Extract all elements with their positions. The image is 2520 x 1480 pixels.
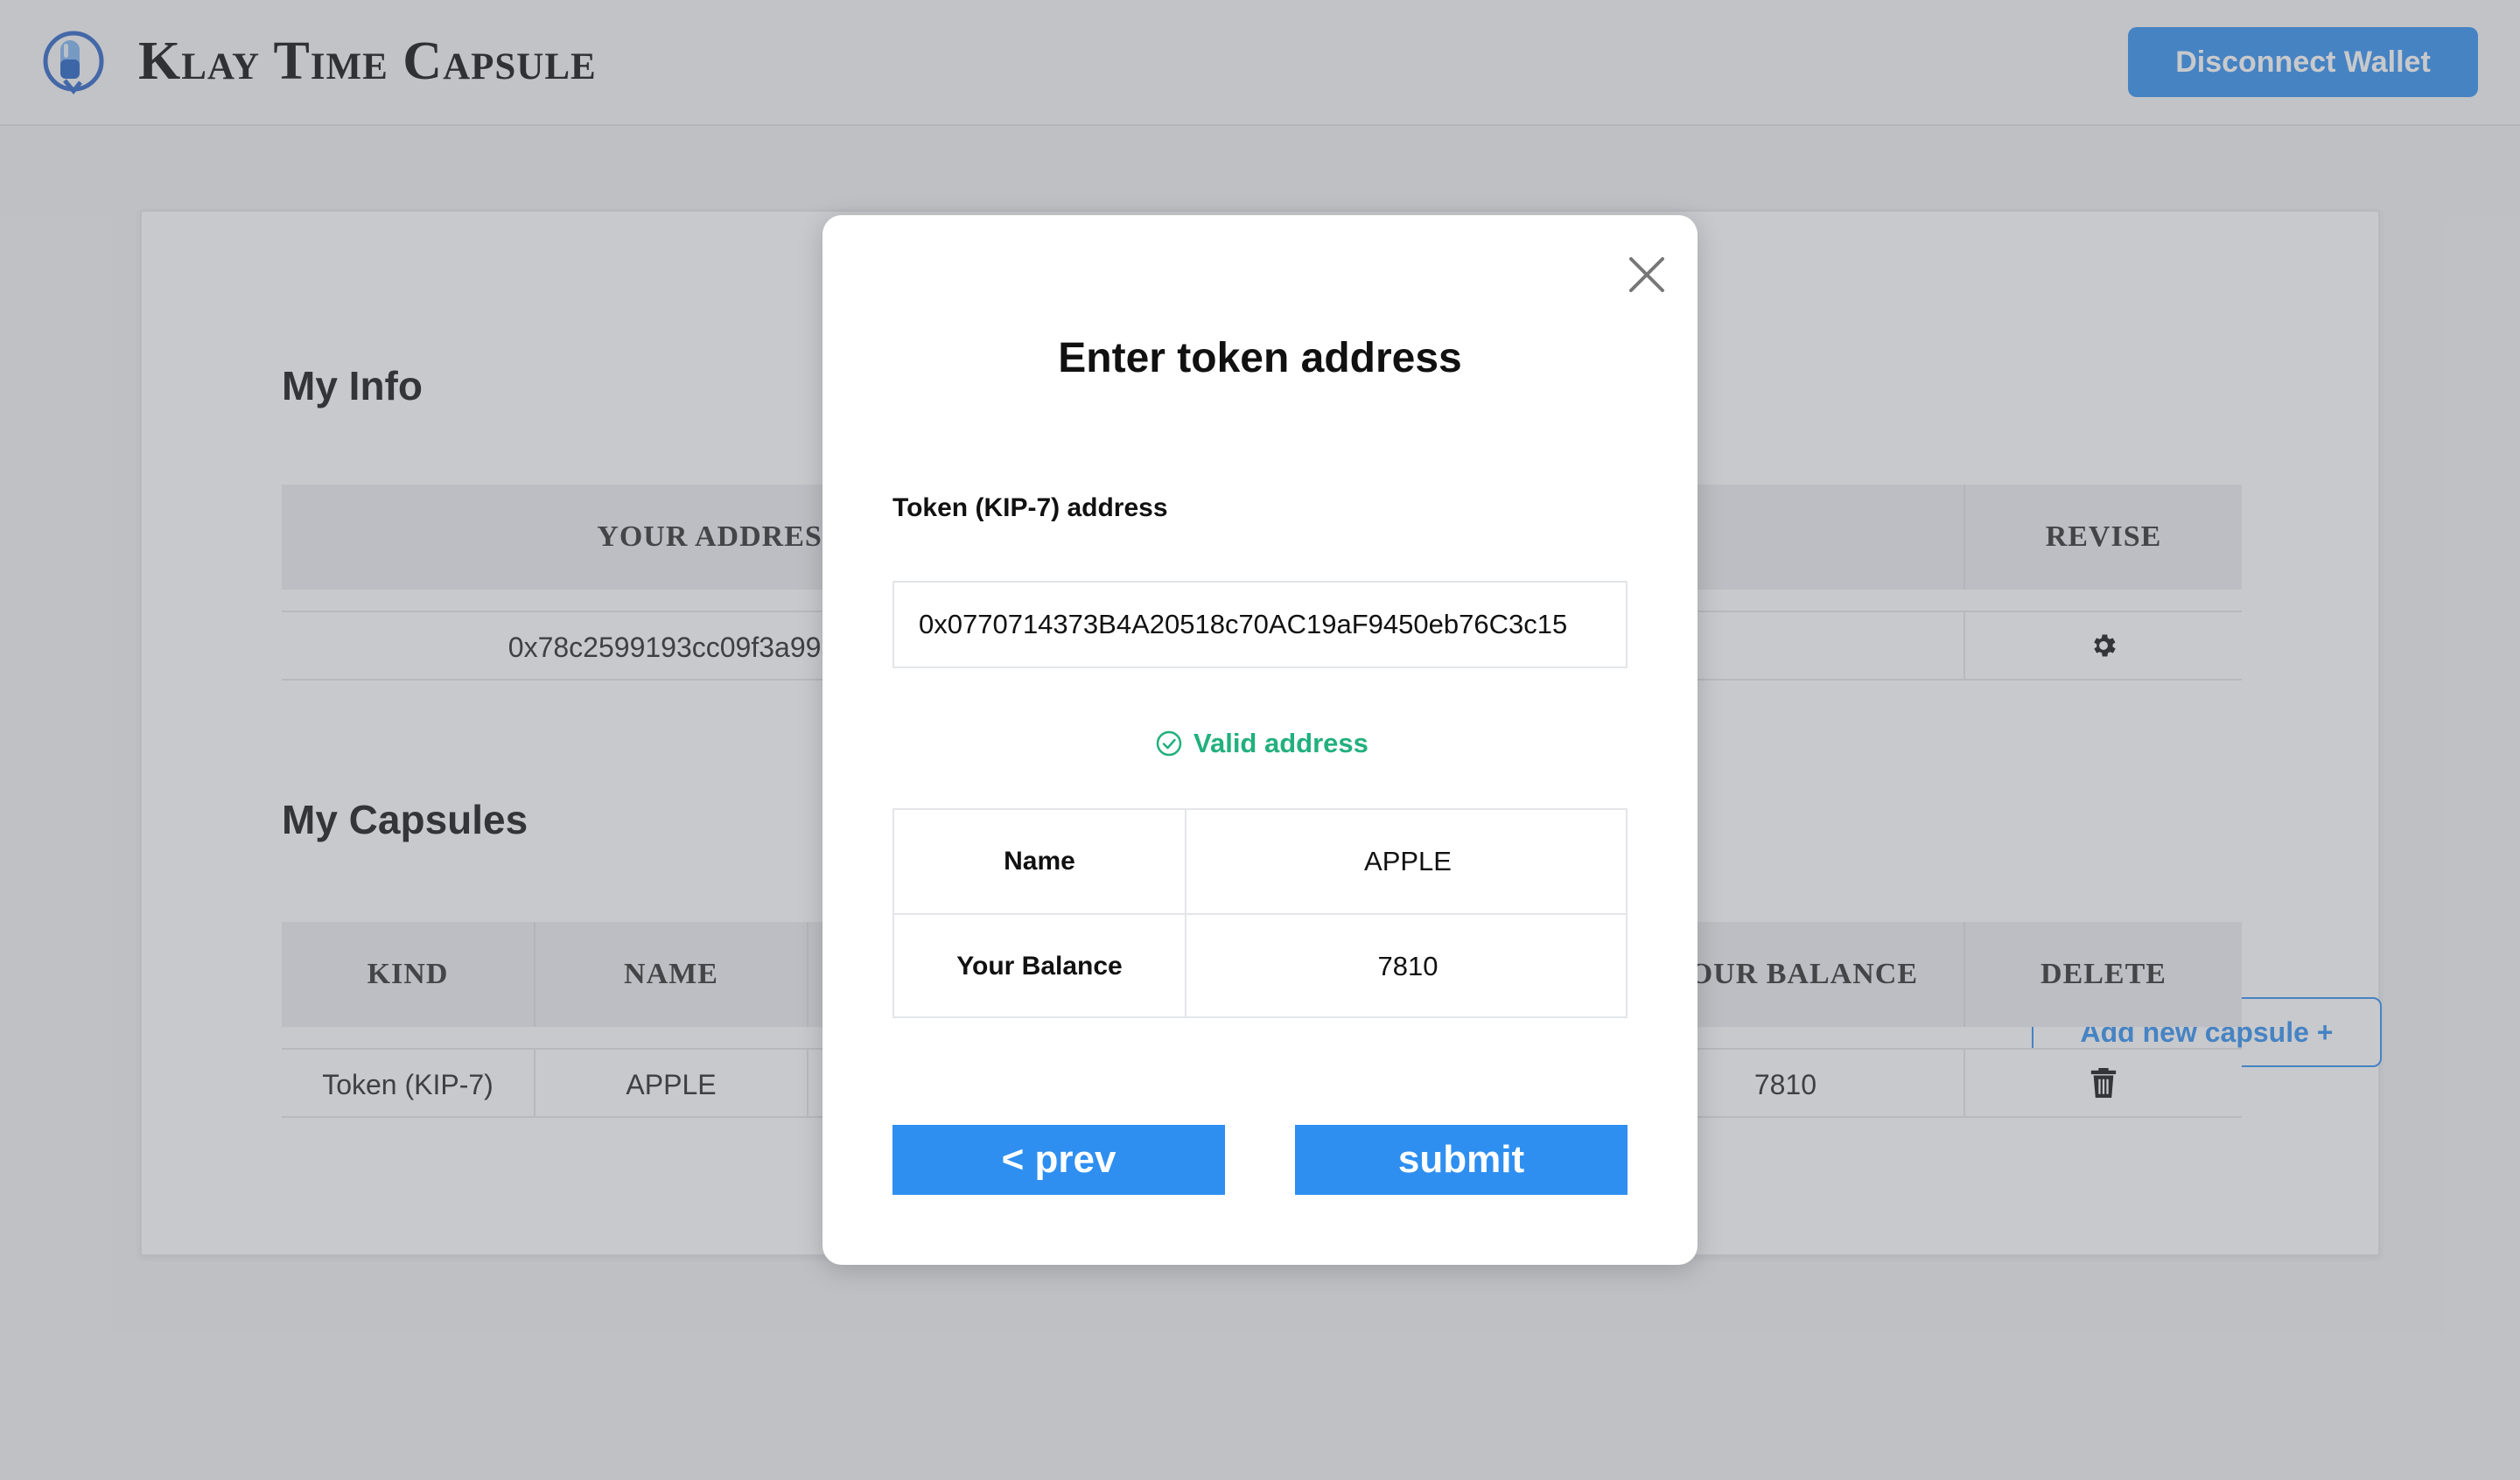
token-balance-value: 7810	[1377, 951, 1438, 981]
close-icon[interactable]	[1620, 248, 1673, 301]
valid-address-text: Valid address	[1194, 728, 1368, 758]
token-address-label: Token (KIP-7) address	[892, 493, 1168, 522]
check-circle-icon	[1156, 730, 1182, 757]
token-address-modal: Enter token address Token (KIP-7) addres…	[822, 215, 1698, 1265]
token-info-table: Name APPLE Your Balance 7810	[892, 808, 1628, 1018]
submit-button[interactable]: submit	[1295, 1125, 1628, 1195]
modal-title: Enter token address	[1058, 335, 1462, 381]
token-address-input[interactable]	[892, 581, 1628, 668]
token-name-value: APPLE	[1364, 846, 1452, 876]
token-name-label: Name	[894, 810, 1186, 913]
token-balance-label: Your Balance	[894, 915, 1186, 1018]
prev-button[interactable]: < prev	[892, 1125, 1225, 1195]
